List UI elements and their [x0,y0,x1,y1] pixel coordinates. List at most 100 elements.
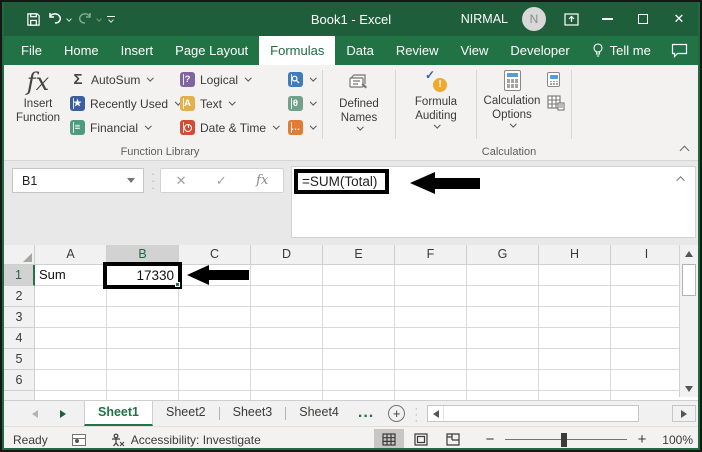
tab-insert[interactable]: Insert [110,36,165,65]
tab-tell-me[interactable]: Tell me [581,36,662,65]
tab-file[interactable]: File [10,36,53,65]
avatar[interactable]: N [522,7,546,31]
row-header-2[interactable]: 2 [4,286,35,307]
collapse-ribbon-icon[interactable] [679,145,690,156]
row-header-5[interactable]: 5 [4,349,35,370]
cell-a1[interactable]: Sum [39,265,66,286]
separator-dots: · · · [151,166,156,195]
column-header-f[interactable]: F [395,245,467,265]
ribbon-display-options-icon[interactable] [560,8,582,30]
separator-dots: · · · [414,400,419,427]
title-bar: Book1 - Excel NIRMAL N ✕ [2,2,700,36]
text-button[interactable]: A Text [176,93,284,114]
tab-home[interactable]: Home [53,36,110,65]
tab-data[interactable]: Data [335,36,384,65]
calculation-options-button[interactable]: Calculation Options [479,68,545,141]
sheet-tab-sheet4[interactable]: Sheet4 [286,401,352,426]
fill-handle[interactable] [175,282,180,287]
insert-function-button[interactable]: fx Insert Function [10,68,66,141]
chevron-down-icon [229,98,236,106]
recently-used-button[interactable]: ★ Recently Used [66,93,182,114]
logical-button[interactable]: ? Logical [176,69,284,90]
scroll-left-icon[interactable] [428,406,445,421]
cells-area[interactable]: Sum 17330 [35,262,681,400]
sheet-tab-sheet1[interactable]: Sheet1 [84,401,153,426]
close-button[interactable]: ✕ [668,8,690,30]
page-layout-view-button[interactable] [406,429,436,451]
cell-b1-annotation-box[interactable]: 17330 [103,262,182,289]
tab-review[interactable]: Review [385,36,450,65]
enter-formula-icon[interactable]: ✓ [216,173,227,189]
calculate-sheet-button[interactable] [547,95,565,111]
save-icon[interactable] [26,12,41,27]
minimize-button[interactable] [596,8,618,30]
sheet-nav-right-icon[interactable] [60,409,66,418]
column-header-d[interactable]: D [251,245,323,265]
select-all-button[interactable] [4,245,35,265]
accessibility-status[interactable]: Accessibility: Investigate [110,433,261,447]
zoom-slider-handle[interactable] [561,432,567,447]
cancel-formula-icon[interactable]: ✕ [176,173,187,189]
redo-button[interactable] [77,12,102,26]
undo-dropdown-icon[interactable] [66,16,72,22]
date-time-button[interactable]: Date & Time [176,117,284,138]
scroll-right-icon[interactable] [672,405,696,422]
formula-bar-row: B1 · · · ✕ ✓ fx =SUM(Total) [4,161,700,245]
row-header-6[interactable]: 6 [4,370,35,391]
comments-icon[interactable] [671,36,688,65]
insert-function-icon[interactable]: fx [256,173,268,188]
tab-formulas[interactable]: Formulas [259,36,336,65]
more-functions-button[interactable]: … [284,117,320,138]
normal-view-button[interactable] [374,428,404,450]
tab-view[interactable]: View [449,36,499,65]
financial-button[interactable]: ≡ Financial [66,117,176,138]
new-sheet-button[interactable]: + [388,405,406,422]
excel-window: Book1 - Excel NIRMAL N ✕ File Home Inser… [0,0,702,452]
row-header-3[interactable]: 3 [4,307,35,328]
function-library-group-label: Function Library [120,146,200,158]
more-sheets-indicator[interactable]: ... [352,401,380,426]
tab-developer[interactable]: Developer [499,36,580,65]
name-box-dropdown-icon[interactable] [127,178,135,183]
sheet-tab-sheet3[interactable]: Sheet3 [220,401,286,426]
horizontal-scrollbar[interactable] [427,405,640,422]
row-header-4[interactable]: 4 [4,328,35,349]
zoom-in-button[interactable]: + [636,431,648,448]
column-header-a[interactable]: A [35,245,107,265]
status-ready: Ready [13,432,48,447]
customize-qat-icon[interactable] [107,15,115,24]
tab-page-layout[interactable]: Page Layout [164,36,259,65]
sheet-nav-left-icon[interactable] [32,409,38,418]
scroll-up-icon[interactable] [680,245,698,262]
formula-auditing-button[interactable]: ✓! Formula Auditing [398,68,474,141]
math-trig-button[interactable]: θ [284,93,320,114]
column-header-e[interactable]: E [323,245,395,265]
worksheet-grid[interactable]: A B C D E F G H I 1 2 3 4 5 6 Sum 17330 [4,245,681,400]
page-break-preview-button[interactable] [438,429,468,451]
zoom-out-button[interactable]: − [484,431,496,448]
column-header-c[interactable]: C [179,245,251,265]
row-header-1[interactable]: 1 [4,265,35,286]
autosum-button[interactable]: Σ AutoSum [66,69,176,90]
collapse-formula-bar-icon[interactable] [676,176,685,185]
vertical-scrollbar[interactable] [679,245,698,397]
formula-bar-input[interactable]: =SUM(Total) [291,166,696,238]
vertical-scrollbar-thumb[interactable] [682,264,696,296]
column-header-h[interactable]: H [539,245,611,265]
scroll-down-icon[interactable] [680,380,698,397]
defined-names-button[interactable]: Defined Names [325,68,393,141]
redo-dropdown-icon[interactable] [96,16,102,22]
name-box[interactable]: B1 [12,168,144,193]
column-header-g[interactable]: G [467,245,539,265]
user-name[interactable]: NIRMAL [461,12,508,26]
fx-icon: fx [26,68,50,96]
lookup-reference-button[interactable] [284,69,320,90]
zoom-level[interactable]: 100% [657,433,693,447]
zoom-slider[interactable] [505,432,627,447]
column-header-i[interactable]: I [611,245,681,265]
macro-record-icon[interactable] [71,433,86,446]
sheet-tab-sheet2[interactable]: Sheet2 [153,401,219,426]
maximize-button[interactable] [632,8,654,30]
calculate-now-button[interactable] [547,72,565,87]
undo-button[interactable] [47,12,72,26]
